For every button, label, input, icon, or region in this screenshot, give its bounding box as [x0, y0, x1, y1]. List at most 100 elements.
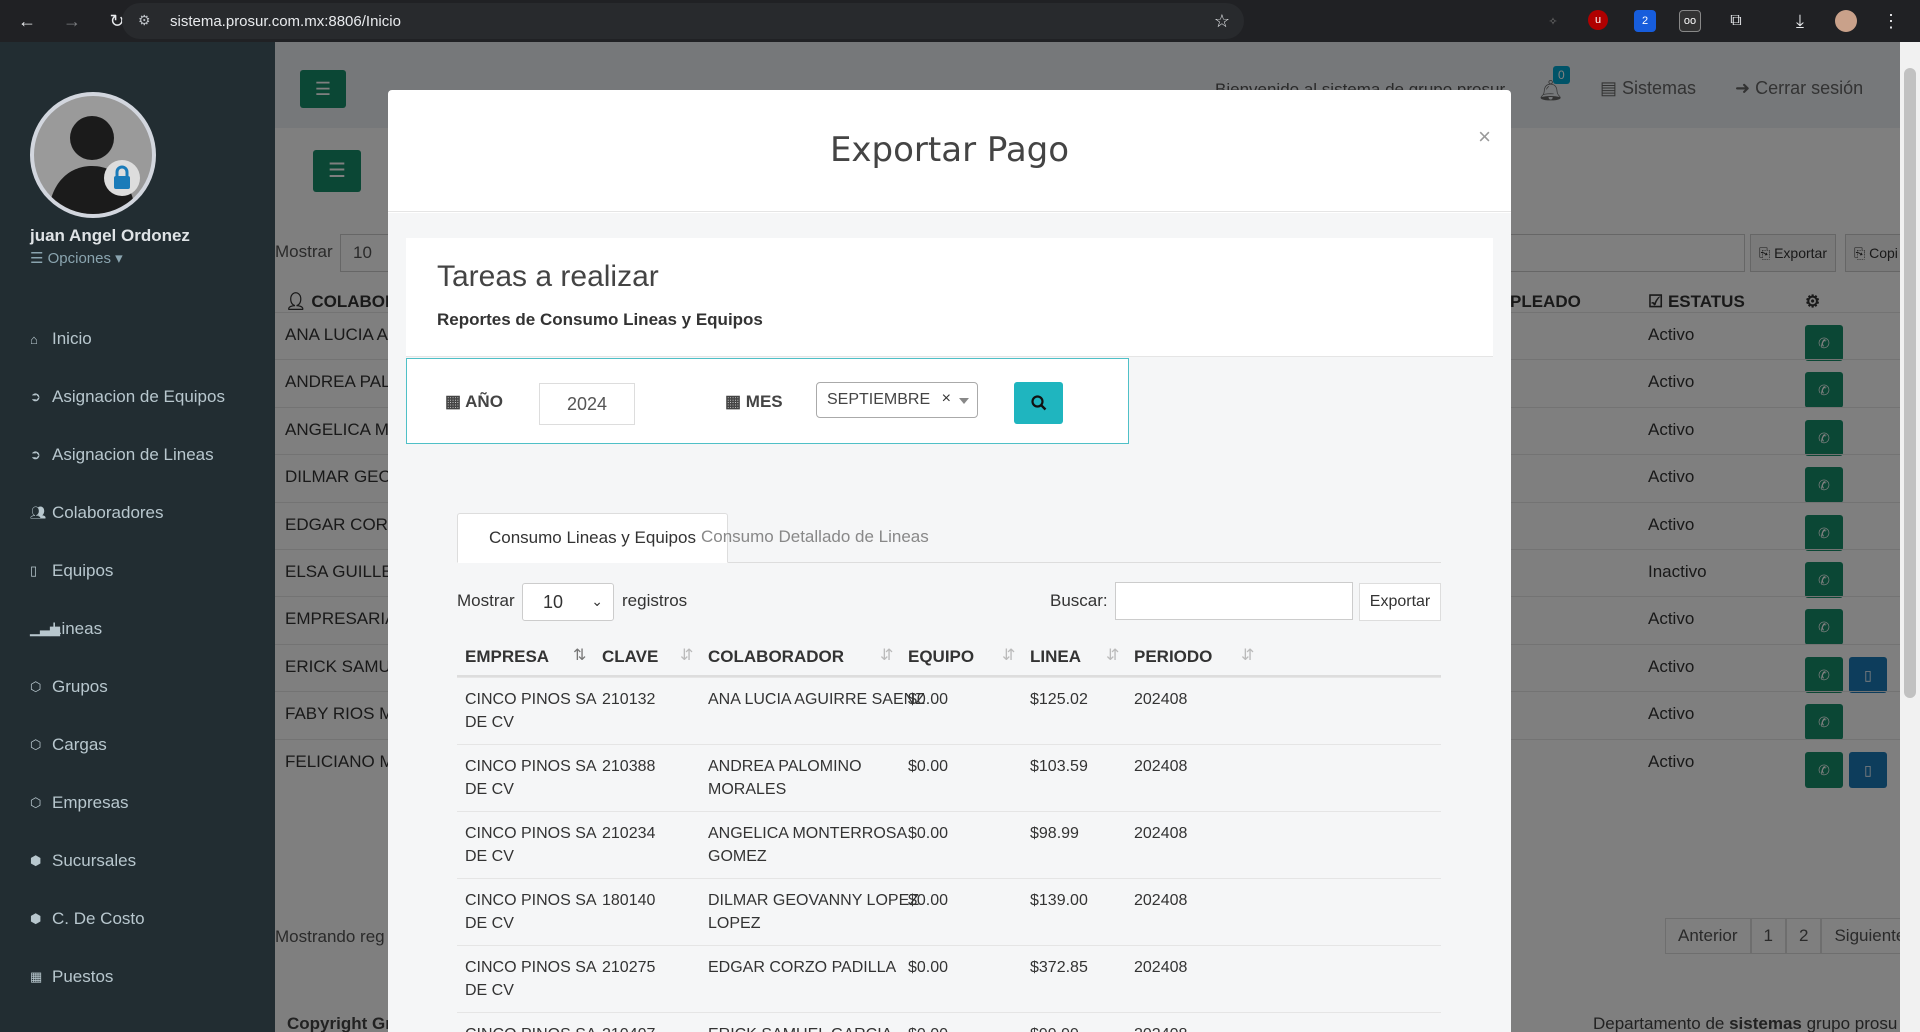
- sidebar-item-inicio[interactable]: ⌂ Inicio: [0, 310, 275, 368]
- consumption-table: EMPRESA ⇅ CLAVE ⇵ COLABORADOR ⇵ EQUIPO ⇵ LINEA ⇵ P…: [457, 633, 1441, 1032]
- cell-line: DE CV: [465, 848, 514, 865]
- col-empresa[interactable]: EMPRESA: [465, 647, 549, 667]
- sidebar-item-puestos[interactable]: ▦ Puestos: [0, 948, 275, 1006]
- tab-consumo-detallado[interactable]: Consumo Detallado de Lineas: [670, 513, 960, 563]
- search-input[interactable]: [1115, 582, 1353, 620]
- sort-icon[interactable]: ⇵: [1241, 645, 1254, 665]
- profile-avatar[interactable]: [1835, 10, 1857, 32]
- search-button[interactable]: [1014, 382, 1063, 424]
- download-icon[interactable]: ⤓: [1789, 10, 1811, 32]
- user-options-label: Opciones: [47, 250, 111, 267]
- cell-clave: 180140: [602, 892, 656, 909]
- glasses-extension-icon[interactable]: oo: [1679, 10, 1701, 32]
- sidebar-item-lineas[interactable]: ▁▃▅ Lineas: [0, 600, 275, 658]
- sidebar-item-equipos[interactable]: ▯ Equipos: [0, 542, 275, 600]
- sidebar-item-cargas[interactable]: ⬡ Cargas: [0, 716, 275, 774]
- year-label: ▦ AÑO: [445, 392, 503, 412]
- cell-line: DE CV: [465, 714, 514, 731]
- sidebar-item-label: Empresas: [52, 793, 129, 812]
- cell-periodo: 202408: [1134, 1023, 1187, 1032]
- cell-equipo: $0.00: [908, 892, 949, 909]
- cell-line: CINCO PINOS SA: [465, 825, 597, 842]
- cell-equipo: $0.00: [908, 959, 949, 976]
- sidebar-item-c-de-costo[interactable]: ⬢ C. De Costo: [0, 890, 275, 948]
- page-size-value: 10: [543, 592, 564, 612]
- cell-linea: $98.99: [1030, 825, 1079, 842]
- task-box-header: Tareas a realizar Reportes de Consumo Li…: [406, 238, 1493, 357]
- ublock-icon[interactable]: u: [1588, 10, 1608, 30]
- cell-line: CINCO PINOS SA: [465, 959, 597, 976]
- extensions-icon[interactable]: ⧉: [1725, 10, 1747, 32]
- cell-line: CINCO PINOS SA: [465, 1023, 597, 1032]
- cell-line: ANGELICA MONTERROSA: [708, 825, 908, 842]
- table-row: CINCO PINOS SA DE CV 180140 DILMAR GEOVANNY…: [457, 878, 1441, 945]
- dropdown-caret-icon[interactable]: [959, 398, 969, 404]
- col-linea[interactable]: LINEA: [1030, 647, 1081, 667]
- clear-selection-icon[interactable]: ×: [942, 390, 951, 408]
- site-settings-icon[interactable]: ⚙: [138, 12, 156, 30]
- cell-periodo: 202408: [1134, 959, 1188, 976]
- search-label: Buscar:: [1050, 591, 1108, 610]
- extension-puzzle-grey-icon[interactable]: ✧: [1542, 10, 1564, 32]
- sidebar-item-label: Grupos: [52, 677, 108, 696]
- cell-colaborador: ANGELICA MONTERROSA GOMEZ: [708, 822, 907, 868]
- address-bar[interactable]: ⚙ sistema.prosur.com.mx:8806/Inicio ☆: [122, 3, 1244, 39]
- user-options-dropdown[interactable]: ☰ Opciones ▾: [30, 249, 123, 267]
- page-size-select[interactable]: 10 ⌄: [522, 583, 614, 621]
- col-periodo[interactable]: PERIODO: [1134, 647, 1212, 667]
- bitwarden-icon[interactable]: 2: [1634, 10, 1656, 32]
- cell-periodo: 202408: [1134, 691, 1188, 708]
- cell-colaborador: ANA LUCIA AGUIRRE SAENZ: [708, 688, 925, 711]
- sort-icon[interactable]: ⇵: [1002, 645, 1015, 665]
- col-clave[interactable]: CLAVE: [602, 647, 658, 667]
- cell-line: LOPEZ: [708, 915, 761, 932]
- sidebar-item-empresas[interactable]: ⬡ Empresas: [0, 774, 275, 832]
- cell-colaborador: ERICK SAMUEL GARCIA: [708, 1023, 892, 1032]
- table-row: CINCO PINOS SA DE CV 210388 ANDREA PALOMINO…: [457, 744, 1441, 811]
- back-icon[interactable]: ←: [15, 9, 39, 33]
- cell-clave: 210275: [602, 959, 656, 976]
- sidebar-item-asignacion-de-equipos[interactable]: ➲ Asignacion de Equipos: [0, 368, 275, 426]
- month-select[interactable]: SEPTIEMBRE ×: [816, 382, 978, 418]
- cell-line: DE CV: [465, 982, 514, 999]
- users-icon: 👥︎: [30, 505, 47, 520]
- modal-close-button[interactable]: ×: [1478, 124, 1491, 150]
- sort-icon[interactable]: ⇵: [680, 645, 693, 665]
- bookmark-star-icon[interactable]: ☆: [1214, 11, 1230, 32]
- cell-colaborador: DILMAR GEOVANNY LOPEZ LOPEZ: [708, 889, 919, 935]
- scrollbar-thumb[interactable]: [1904, 68, 1916, 698]
- table-header: EMPRESA ⇅ CLAVE ⇵ COLABORADOR ⇵ EQUIPO ⇵ LINEA ⇵ P…: [457, 633, 1441, 677]
- sidebar-item-grupos[interactable]: ⬡ Grupos: [0, 658, 275, 716]
- cell-colaborador: ANDREA PALOMINO MORALES: [708, 755, 862, 801]
- sidebar-item-colaboradores[interactable]: 👥︎ Colaboradores: [0, 484, 275, 542]
- url-text: sistema.prosur.com.mx:8806/Inicio: [170, 12, 401, 30]
- col-equipo[interactable]: EQUIPO: [908, 647, 974, 667]
- task-box-subtitle: Reportes de Consumo Lineas y Equipos: [437, 310, 763, 329]
- forward-icon[interactable]: →: [60, 9, 84, 33]
- table-row: CINCO PINOS SA 210407 ERICK SAMUEL GARCIA $…: [457, 1012, 1441, 1032]
- year-label-text: AÑO: [465, 392, 503, 411]
- mobile-icon: ▯: [30, 563, 38, 578]
- browser-menu-icon[interactable]: ⋮: [1880, 10, 1902, 32]
- modal-header: Exportar Pago ×: [388, 90, 1511, 212]
- sort-icon[interactable]: ⇵: [880, 645, 893, 665]
- sidebar-item-sucursales[interactable]: ⬢ Sucursales: [0, 832, 275, 890]
- cell-equipo: $0.00: [908, 825, 949, 842]
- show-label: Mostrar: [457, 591, 515, 610]
- cell-line: CINCO PINOS SA: [465, 691, 597, 708]
- cell-empresa: CINCO PINOS SA DE CV: [465, 755, 597, 801]
- sort-icon[interactable]: ⇵: [1106, 645, 1119, 665]
- month-selected-value: SEPTIEMBRE: [827, 391, 931, 408]
- cell-line: CINCO PINOS SA: [465, 758, 597, 775]
- sort-asc-icon[interactable]: ⇅: [573, 645, 586, 665]
- cell-clave: 210132: [602, 691, 656, 708]
- sidebar-item-asignacion-de-lineas[interactable]: ➲ Asignacion de Lineas: [0, 426, 275, 484]
- export-button[interactable]: Exportar: [1359, 583, 1441, 621]
- page-scrollbar[interactable]: [1900, 42, 1920, 1032]
- cell-equipo: $0.00: [908, 758, 949, 775]
- col-colaborador[interactable]: COLABORADOR: [708, 647, 844, 667]
- arrow-circle-icon: ➲: [30, 447, 41, 462]
- cell-line: DILMAR GEOVANNY LOPEZ: [708, 892, 920, 909]
- table-row: CINCO PINOS SA DE CV 210132 ANA LUCIA AGUIR…: [457, 677, 1441, 744]
- year-input[interactable]: 2024: [539, 383, 635, 425]
